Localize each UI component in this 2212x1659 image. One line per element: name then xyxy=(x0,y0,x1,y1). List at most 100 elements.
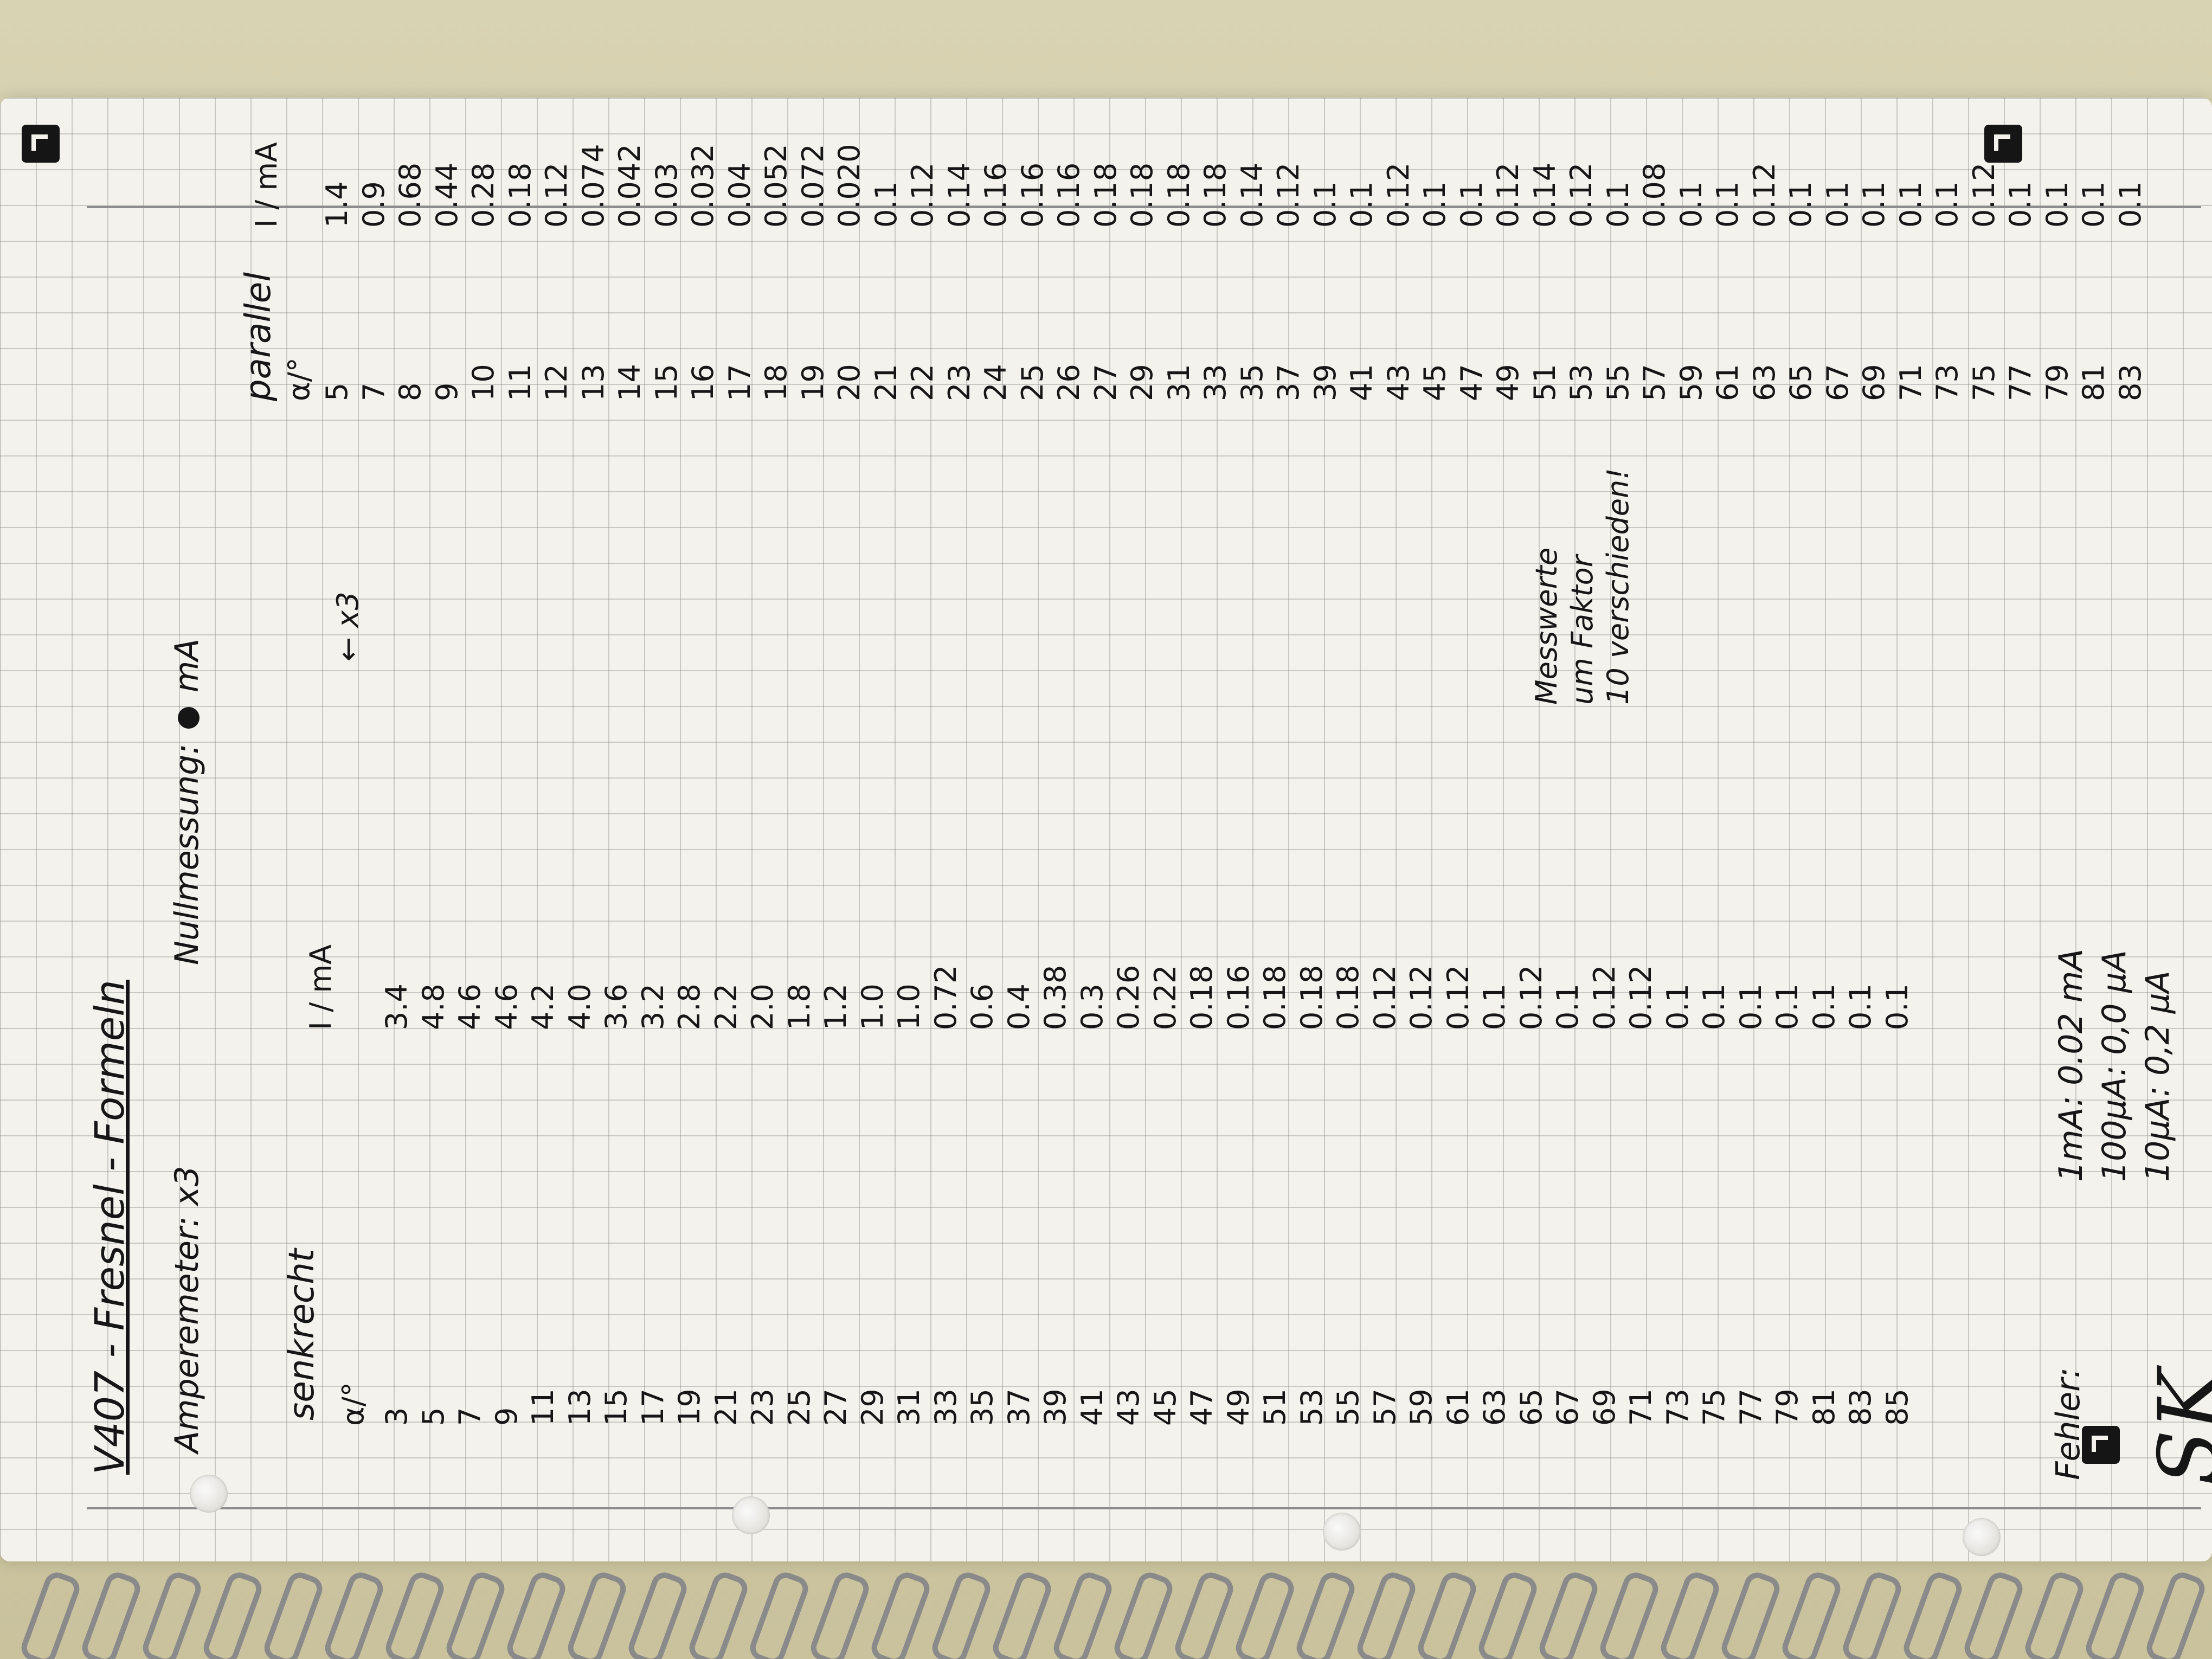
senkrecht-current-cell: 0.1 xyxy=(1551,983,1585,1030)
filled-circle-icon xyxy=(178,707,200,729)
photo-scene: V407 - Fresnel - Formeln Amperemeter: x3… xyxy=(0,0,2212,1659)
spiral-coil xyxy=(382,1568,448,1659)
senkrecht-current-cell: 3.4 xyxy=(380,983,414,1030)
parallel-current-cell: 0.68 xyxy=(393,162,427,228)
senkrecht-angle-cell: 53 xyxy=(1294,1388,1329,1426)
spiral-coil xyxy=(503,1568,569,1659)
spiral-coil xyxy=(1353,1568,1419,1659)
senkrecht-current-cell: 0.1 xyxy=(1843,983,1877,1030)
senkrecht-angle-cell: 17 xyxy=(635,1388,670,1426)
parallel-angle-cell: 59 xyxy=(1674,364,1708,401)
senkrecht-current-cell: 0.18 xyxy=(1258,964,1292,1030)
parallel-angle-cell: 13 xyxy=(576,364,610,401)
parallel-current-cell: 0.12 xyxy=(539,162,574,228)
senkrecht-angle-cell: 61 xyxy=(1441,1388,1475,1426)
parallel-current-cell: 0.074 xyxy=(576,144,610,228)
parallel-angle-cell: 24 xyxy=(979,364,1013,401)
x3-annotation: ← x3 xyxy=(331,591,365,661)
parallel-current-cell: 0.44 xyxy=(429,162,464,228)
parallel-angle-cell: 5 xyxy=(320,382,354,401)
parallel-current-cell: 0.03 xyxy=(649,162,684,228)
senkrecht-angle-cell: 55 xyxy=(1331,1388,1365,1426)
senkrecht-angle-cell: 83 xyxy=(1843,1388,1877,1426)
parallel-angle-cell: 33 xyxy=(1198,364,1232,401)
parallel-angle-cell: 61 xyxy=(1711,364,1745,401)
parallel-current-cell: 0.1 xyxy=(869,181,903,228)
parallel-current-cell: 0.28 xyxy=(466,162,500,228)
senkrecht-angle-cell: 33 xyxy=(928,1388,963,1426)
parallel-angle-cell: 14 xyxy=(613,364,647,401)
senkrecht-current-cell: 0.1 xyxy=(1770,983,1804,1030)
parallel-angle-cell: 51 xyxy=(1527,364,1562,401)
senkrecht-angle-cell: 73 xyxy=(1660,1388,1695,1426)
parallel-current-cell: 0.18 xyxy=(503,162,537,228)
parallel-current-cell: 0.08 xyxy=(1637,162,1671,228)
senkrecht-angle-cell: 13 xyxy=(562,1388,597,1426)
spiral-coil xyxy=(442,1568,509,1659)
parallel-angle-cell: 29 xyxy=(1125,364,1159,401)
spiral-coil xyxy=(1839,1568,1905,1659)
senkrecht-current-cell: 1.2 xyxy=(819,983,853,1030)
parallel-angle-cell: 35 xyxy=(1234,364,1269,401)
senkrecht-angle-cell: 65 xyxy=(1514,1388,1548,1426)
spiral-coil xyxy=(1171,1568,1237,1659)
parallel-angle-cell: 25 xyxy=(1015,364,1050,401)
spiral-coil xyxy=(746,1568,812,1659)
parallel-angle-cell: 27 xyxy=(1088,364,1123,401)
senkrecht-angle-cell: 51 xyxy=(1258,1388,1292,1426)
senkrecht-angle-cell: 37 xyxy=(1001,1388,1036,1426)
parallel-current-cell: 0.12 xyxy=(1381,162,1416,228)
parallel-current-cell: 0.12 xyxy=(1564,162,1598,228)
senkrecht-current-cell: 0.1 xyxy=(1806,983,1841,1030)
fehler-item: 100μA: 0,0 μA xyxy=(2095,950,2133,1182)
spiral-coil xyxy=(867,1568,934,1659)
parallel-current-cell: 0.1 xyxy=(2003,181,2037,228)
parallel-current-cell: 0.020 xyxy=(832,144,866,228)
senkrecht-angle-cell: 3 xyxy=(380,1407,414,1426)
parallel-current-cell: 0.1 xyxy=(1711,181,1745,228)
senkrecht-angle-cell: 7 xyxy=(453,1407,487,1426)
parallel-label: parallel xyxy=(239,272,279,401)
spiral-coil xyxy=(564,1568,630,1659)
spiral-coil xyxy=(1960,1568,2027,1659)
parallel-current-cell: 0.16 xyxy=(1015,162,1050,228)
parallel-angle-cell: 37 xyxy=(1271,364,1306,401)
spiral-coil xyxy=(1778,1568,1844,1659)
spiral-coil xyxy=(1050,1568,1116,1659)
parallel-angle-cell: 17 xyxy=(722,364,757,401)
parallel-angle-cell: 22 xyxy=(905,364,940,401)
senkrecht-angle-cell: 63 xyxy=(1477,1388,1512,1426)
spiral-coil xyxy=(2143,1568,2209,1659)
senkrecht-current-cell: 0.1 xyxy=(1880,983,1914,1030)
parallel-angle-cell: 73 xyxy=(1930,364,1964,401)
parallel-angle-cell: 53 xyxy=(1564,364,1598,401)
parallel-current-cell: 0.14 xyxy=(1527,162,1562,228)
senkrecht-current-cell: 0.12 xyxy=(1404,964,1438,1030)
spiral-coil xyxy=(2082,1568,2148,1659)
parallel-current-header: I / mA xyxy=(249,142,284,228)
parallel-angle-cell: 57 xyxy=(1637,364,1671,401)
senkrecht-current-cell: 0.16 xyxy=(1221,964,1256,1030)
nullmessung-note: Nullmessung: mA xyxy=(168,639,206,965)
parallel-angle-cell: 9 xyxy=(429,382,464,401)
parallel-angle-cell: 20 xyxy=(832,364,866,401)
parallel-angle-cell: 69 xyxy=(1857,364,1891,401)
senkrecht-current-cell: 2.0 xyxy=(745,983,780,1030)
parallel-angle-cell: 63 xyxy=(1747,364,1782,401)
spiral-coil xyxy=(200,1568,266,1659)
senkrecht-angle-cell: 39 xyxy=(1038,1388,1072,1426)
parallel-angle-cell: 65 xyxy=(1784,364,1818,401)
parallel-angle-cell: 77 xyxy=(2003,364,2037,401)
spiral-coil xyxy=(928,1568,994,1659)
parallel-current-cell: 0.1 xyxy=(2076,181,2111,228)
senkrecht-angle-cell: 45 xyxy=(1148,1388,1182,1426)
parallel-current-cell: 0.1 xyxy=(1784,181,1818,228)
senkrecht-angle-cell: 47 xyxy=(1185,1388,1219,1426)
senkrecht-current-cell: 4.0 xyxy=(562,983,597,1030)
spiral-coil xyxy=(1535,1568,1602,1659)
senkrecht-angle-cell: 77 xyxy=(1733,1388,1768,1426)
parallel-angle-cell: 10 xyxy=(466,364,500,401)
page-title: V407 - Fresnel - Formeln xyxy=(87,980,133,1475)
senkrecht-angle-cell: 85 xyxy=(1880,1388,1914,1426)
parallel-angle-cell: 49 xyxy=(1491,364,1525,401)
